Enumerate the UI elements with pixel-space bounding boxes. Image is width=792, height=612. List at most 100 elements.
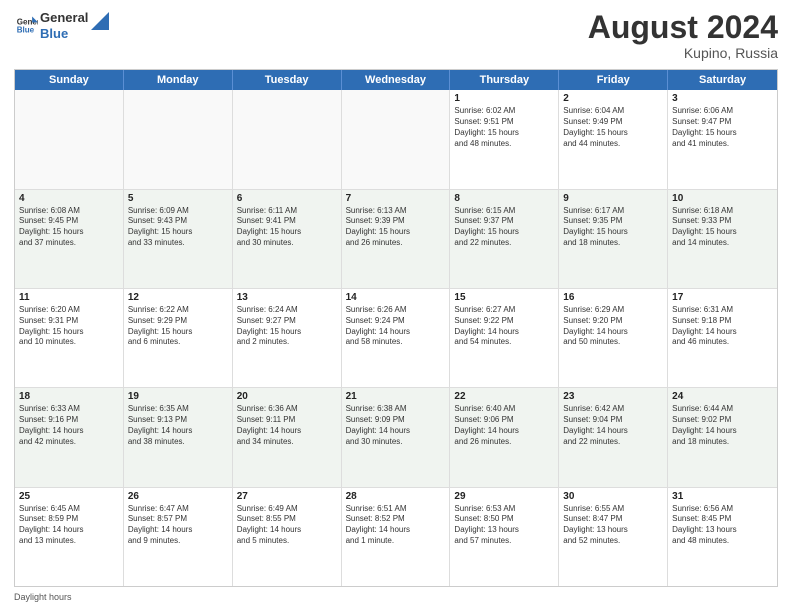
- day-number: 7: [346, 193, 446, 204]
- day-number: 4: [19, 193, 119, 204]
- header-friday: Friday: [559, 70, 668, 90]
- cal-cell-r3-c2: 20Sunrise: 6:36 AM Sunset: 9:11 PM Dayli…: [233, 388, 342, 486]
- cell-info: Sunrise: 6:13 AM Sunset: 9:39 PM Dayligh…: [346, 206, 446, 249]
- cell-info: Sunrise: 6:17 AM Sunset: 9:35 PM Dayligh…: [563, 206, 663, 249]
- cal-cell-r3-c0: 18 Sunrise: 6:33 AM Sunset: 9:16 PM Dayli…: [15, 388, 124, 486]
- daylight-hours-label: Daylight hours: [14, 592, 72, 602]
- calendar-body: 1 Sunrise: 6:02 AM Sunset: 9:51 PM Daylig…: [15, 90, 777, 586]
- cell-info: Sunrise: 6:31 AM Sunset: 9:18 PM Dayligh…: [672, 305, 773, 348]
- cell-info: Sunrise: 6:45 AM Sunset: 8:59 PM Dayligh…: [19, 504, 119, 547]
- logo-blue: Blue: [40, 26, 88, 42]
- cal-cell-r2-c2: 13Sunrise: 6:24 AM Sunset: 9:27 PM Dayli…: [233, 289, 342, 387]
- day-number: 15: [454, 292, 554, 303]
- title-block: August 2024 Kupino, Russia: [588, 10, 778, 61]
- cal-cell-r0-c2: [233, 90, 342, 188]
- cell-info: Sunrise: 6:51 AM Sunset: 8:52 PM Dayligh…: [346, 504, 446, 547]
- cal-cell-r1-c3: 7 Sunrise: 6:13 AM Sunset: 9:39 PM Daylig…: [342, 190, 451, 288]
- day-number: 13: [237, 292, 337, 303]
- cell-info: Sunrise: 6:40 AM Sunset: 9:06 PM Dayligh…: [454, 404, 554, 447]
- cell-info: Sunrise: 6:04 AM Sunset: 9:49 PM Dayligh…: [563, 106, 663, 149]
- cell-info: Sunrise: 6:35 AM Sunset: 9:13 PM Dayligh…: [128, 404, 228, 447]
- calendar-row-1: 4 Sunrise: 6:08 AM Sunset: 9:45 PM Daylig…: [15, 190, 777, 289]
- cal-cell-r0-c3: [342, 90, 451, 188]
- cal-cell-r3-c5: 23 Sunrise: 6:42 AM Sunset: 9:04 PM Dayli…: [559, 388, 668, 486]
- day-number: 30: [563, 491, 663, 502]
- calendar-row-0: 1 Sunrise: 6:02 AM Sunset: 9:51 PM Daylig…: [15, 90, 777, 189]
- cell-info: Sunrise: 6:33 AM Sunset: 9:16 PM Dayligh…: [19, 404, 119, 447]
- day-number: 1: [454, 93, 554, 104]
- day-number: 24: [672, 391, 773, 402]
- day-number: 19: [128, 391, 228, 402]
- cell-info: Sunrise: 6:22 AM Sunset: 9:29 PM Dayligh…: [128, 305, 228, 348]
- cal-cell-r4-c0: 25 Sunrise: 6:45 AM Sunset: 8:59 PM Dayli…: [15, 488, 124, 586]
- cal-cell-r1-c2: 6Sunrise: 6:11 AM Sunset: 9:41 PM Daylig…: [233, 190, 342, 288]
- cal-cell-r1-c4: 8Sunrise: 6:15 AM Sunset: 9:37 PM Daylig…: [450, 190, 559, 288]
- day-number: 25: [19, 491, 119, 502]
- cell-info: Sunrise: 6:56 AM Sunset: 8:45 PM Dayligh…: [672, 504, 773, 547]
- cell-info: Sunrise: 6:02 AM Sunset: 9:51 PM Dayligh…: [454, 106, 554, 149]
- calendar-row-4: 25 Sunrise: 6:45 AM Sunset: 8:59 PM Dayli…: [15, 488, 777, 586]
- day-number: 3: [672, 93, 773, 104]
- cal-cell-r2-c0: 11 Sunrise: 6:20 AM Sunset: 9:31 PM Dayli…: [15, 289, 124, 387]
- day-number: 26: [128, 491, 228, 502]
- header-saturday: Saturday: [668, 70, 777, 90]
- cell-info: Sunrise: 6:27 AM Sunset: 9:22 PM Dayligh…: [454, 305, 554, 348]
- day-number: 18: [19, 391, 119, 402]
- cal-cell-r2-c5: 16Sunrise: 6:29 AM Sunset: 9:20 PM Dayli…: [559, 289, 668, 387]
- cal-cell-r0-c5: 2 Sunrise: 6:04 AM Sunset: 9:49 PM Daylig…: [559, 90, 668, 188]
- cal-cell-r4-c3: 28 Sunrise: 6:51 AM Sunset: 8:52 PM Dayli…: [342, 488, 451, 586]
- cell-info: Sunrise: 6:38 AM Sunset: 9:09 PM Dayligh…: [346, 404, 446, 447]
- day-number: 9: [563, 193, 663, 204]
- logo: General Blue General Blue: [14, 10, 109, 41]
- logo-icon: General Blue: [16, 15, 38, 37]
- day-number: 12: [128, 292, 228, 303]
- cell-info: Sunrise: 6:49 AM Sunset: 8:55 PM Dayligh…: [237, 504, 337, 547]
- day-number: 14: [346, 292, 446, 303]
- day-number: 20: [237, 391, 337, 402]
- cal-cell-r2-c6: 17 Sunrise: 6:31 AM Sunset: 9:18 PM Dayli…: [668, 289, 777, 387]
- cell-info: Sunrise: 6:47 AM Sunset: 8:57 PM Dayligh…: [128, 504, 228, 547]
- footer: Daylight hours: [14, 592, 778, 602]
- logo-general: General: [40, 10, 88, 26]
- cell-info: Sunrise: 6:42 AM Sunset: 9:04 PM Dayligh…: [563, 404, 663, 447]
- cal-cell-r1-c5: 9 Sunrise: 6:17 AM Sunset: 9:35 PM Daylig…: [559, 190, 668, 288]
- cal-cell-r0-c0: [15, 90, 124, 188]
- cal-cell-r3-c1: 19 Sunrise: 6:35 AM Sunset: 9:13 PM Dayli…: [124, 388, 233, 486]
- cal-cell-r2-c4: 15 Sunrise: 6:27 AM Sunset: 9:22 PM Dayli…: [450, 289, 559, 387]
- cell-info: Sunrise: 6:26 AM Sunset: 9:24 PM Dayligh…: [346, 305, 446, 348]
- day-number: 10: [672, 193, 773, 204]
- header-wednesday: Wednesday: [342, 70, 451, 90]
- calendar-row-3: 18 Sunrise: 6:33 AM Sunset: 9:16 PM Dayli…: [15, 388, 777, 487]
- day-number: 11: [19, 292, 119, 303]
- cell-info: Sunrise: 6:06 AM Sunset: 9:47 PM Dayligh…: [672, 106, 773, 149]
- day-number: 28: [346, 491, 446, 502]
- day-number: 23: [563, 391, 663, 402]
- cal-cell-r3-c4: 22Sunrise: 6:40 AM Sunset: 9:06 PM Dayli…: [450, 388, 559, 486]
- cell-info: Sunrise: 6:09 AM Sunset: 9:43 PM Dayligh…: [128, 206, 228, 249]
- cal-cell-r0-c1: [124, 90, 233, 188]
- cell-info: Sunrise: 6:44 AM Sunset: 9:02 PM Dayligh…: [672, 404, 773, 447]
- day-number: 21: [346, 391, 446, 402]
- cal-cell-r4-c2: 27 Sunrise: 6:49 AM Sunset: 8:55 PM Dayli…: [233, 488, 342, 586]
- header-tuesday: Tuesday: [233, 70, 342, 90]
- cal-cell-r1-c1: 5 Sunrise: 6:09 AM Sunset: 9:43 PM Daylig…: [124, 190, 233, 288]
- day-number: 5: [128, 193, 228, 204]
- day-number: 17: [672, 292, 773, 303]
- cell-info: Sunrise: 6:53 AM Sunset: 8:50 PM Dayligh…: [454, 504, 554, 547]
- header-sunday: Sunday: [15, 70, 124, 90]
- month-year-title: August 2024: [588, 10, 778, 45]
- cal-cell-r3-c6: 24 Sunrise: 6:44 AM Sunset: 9:02 PM Dayli…: [668, 388, 777, 486]
- calendar: Sunday Monday Tuesday Wednesday Thursday…: [14, 69, 778, 587]
- day-number: 16: [563, 292, 663, 303]
- cell-info: Sunrise: 6:08 AM Sunset: 9:45 PM Dayligh…: [19, 206, 119, 249]
- day-number: 27: [237, 491, 337, 502]
- day-number: 31: [672, 491, 773, 502]
- day-number: 29: [454, 491, 554, 502]
- svg-text:Blue: Blue: [17, 25, 35, 34]
- cal-cell-r2-c3: 14 Sunrise: 6:26 AM Sunset: 9:24 PM Dayli…: [342, 289, 451, 387]
- day-number: 2: [563, 93, 663, 104]
- cell-info: Sunrise: 6:11 AM Sunset: 9:41 PM Dayligh…: [237, 206, 337, 249]
- cal-cell-r4-c5: 30Sunrise: 6:55 AM Sunset: 8:47 PM Dayli…: [559, 488, 668, 586]
- cell-info: Sunrise: 6:20 AM Sunset: 9:31 PM Dayligh…: [19, 305, 119, 348]
- logo-triangle-icon: [91, 12, 109, 30]
